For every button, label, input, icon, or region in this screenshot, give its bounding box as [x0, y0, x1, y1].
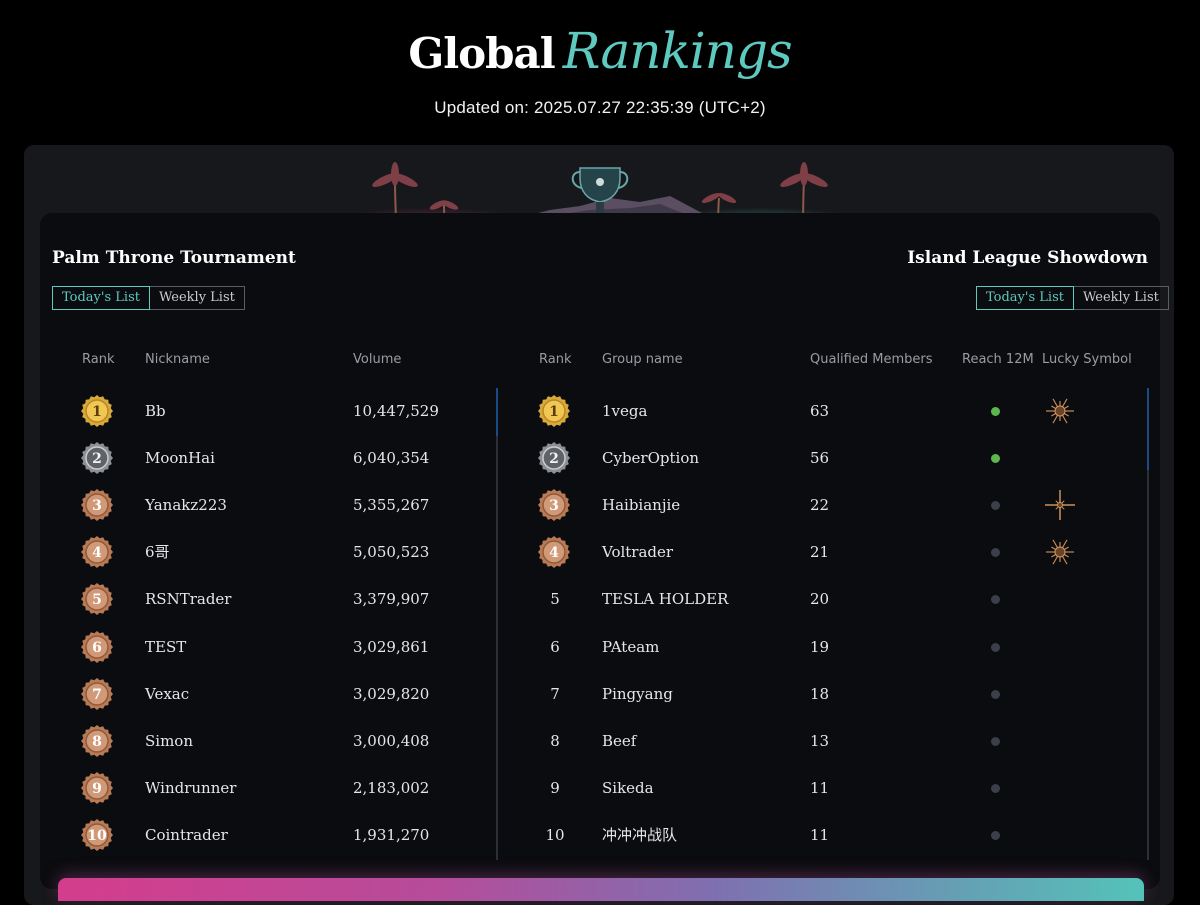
group-name-cell: 1vega: [602, 402, 648, 420]
table-row[interactable]: 5 TESLA HOLDER 20: [0, 579, 1140, 619]
title-accent: Rankings: [562, 22, 793, 80]
right-tab-weekly[interactable]: Weekly List: [1073, 286, 1169, 310]
reach-indicator-on: [991, 454, 1000, 464]
reach-indicator-off: [991, 548, 1000, 558]
table-row[interactable]: 1 1vega 63: [0, 391, 1140, 431]
group-name-cell: Beef: [602, 731, 637, 750]
rank-medal-icon: 3: [537, 488, 571, 522]
medal-number: 2: [549, 451, 559, 467]
left-col-volume: Volume: [353, 352, 402, 367]
right-scrollbar-thumb[interactable]: [1147, 388, 1149, 470]
reach-indicator-off: [991, 783, 1000, 793]
left-section-title: Palm Throne Tournament: [52, 248, 296, 268]
group-name-cell: PAteam: [602, 637, 660, 656]
panel-notch-decoration: [330, 205, 870, 239]
medal-number: 3: [549, 498, 559, 514]
members-cell: 11: [810, 825, 830, 844]
group-name-cell: TESLA HOLDER: [602, 590, 729, 609]
members-cell: 13: [810, 731, 830, 750]
group-name-cell: Sikeda: [602, 778, 654, 797]
table-row[interactable]: 8 Beef 13: [0, 721, 1140, 761]
reach-indicator-off: [991, 689, 1000, 699]
group-name-cell: Haibianjie: [602, 496, 681, 515]
bottom-glow-bar: [58, 878, 1144, 901]
members-cell: 22: [810, 496, 830, 515]
left-tab-weekly[interactable]: Weekly List: [149, 286, 245, 310]
rank-medal-icon: 4: [537, 535, 571, 569]
updated-timestamp: Updated on: 2025.07.27 22:35:39 (UTC+2): [434, 98, 766, 117]
right-section-title: Island League Showdown: [907, 248, 1148, 268]
rank-cell: 7: [550, 684, 560, 703]
table-row[interactable]: 4 Voltrader 21: [0, 532, 1140, 572]
left-tab-today[interactable]: Today's List: [52, 286, 150, 310]
right-col-members: Qualified Members: [810, 352, 933, 367]
table-row[interactable]: 10 冲冲冲战队 11: [0, 815, 1140, 855]
members-cell: 21: [810, 543, 830, 562]
right-col-reach: Reach 12M: [962, 352, 1034, 367]
table-row[interactable]: 7 Pingyang 18: [0, 674, 1140, 714]
sun-burst-icon: [1043, 394, 1077, 428]
table-row[interactable]: 9 Sikeda 11: [0, 768, 1140, 808]
star-burst-icon: [1043, 488, 1077, 522]
medal-number: 1: [549, 404, 559, 420]
table-row[interactable]: 2 CyberOption 56: [0, 438, 1140, 478]
rank-cell: 6: [550, 637, 560, 656]
rank-cell: 5: [550, 590, 560, 609]
members-cell: 63: [810, 402, 830, 420]
members-cell: 19: [810, 637, 830, 656]
right-col-lucky: Lucky Symbol: [1042, 352, 1132, 367]
right-tab-today[interactable]: Today's List: [976, 286, 1074, 310]
reach-indicator-on: [991, 407, 1000, 416]
rank-cell: 10: [545, 825, 565, 844]
rank-cell: 8: [550, 731, 560, 750]
right-col-rank: Rank: [539, 352, 572, 367]
reach-indicator-off: [991, 501, 1000, 511]
members-cell: 20: [810, 590, 830, 609]
title-main: Global: [408, 29, 555, 78]
table-row[interactable]: 3 Haibianjie 22: [0, 485, 1140, 525]
group-name-cell: Voltrader: [602, 543, 674, 562]
rank-medal-icon: 1: [537, 394, 571, 428]
right-tab-group: Today's List Weekly List: [976, 286, 1169, 310]
rank-medal-icon: 2: [537, 441, 571, 475]
reach-indicator-off: [991, 642, 1000, 652]
group-name-cell: CyberOption: [602, 449, 700, 468]
reach-indicator-off: [991, 830, 1000, 840]
left-col-nickname: Nickname: [145, 352, 210, 367]
table-row[interactable]: 6 PAteam 19: [0, 627, 1140, 667]
medal-number: 4: [549, 545, 559, 561]
members-cell: 11: [810, 778, 830, 797]
right-col-group: Group name: [602, 352, 683, 367]
reach-indicator-off: [991, 736, 1000, 746]
members-cell: 18: [810, 684, 830, 703]
reach-indicator-off: [991, 595, 1000, 605]
rank-cell: 9: [550, 778, 560, 797]
members-cell: 56: [810, 449, 830, 468]
left-tab-group: Today's List Weekly List: [52, 286, 245, 310]
page-title: Global Rankings: [0, 22, 1200, 80]
group-name-cell: Pingyang: [602, 684, 673, 703]
left-col-rank: Rank: [82, 352, 115, 367]
sun-burst-icon: [1043, 535, 1077, 569]
group-name-cell: 冲冲冲战队: [602, 825, 678, 844]
